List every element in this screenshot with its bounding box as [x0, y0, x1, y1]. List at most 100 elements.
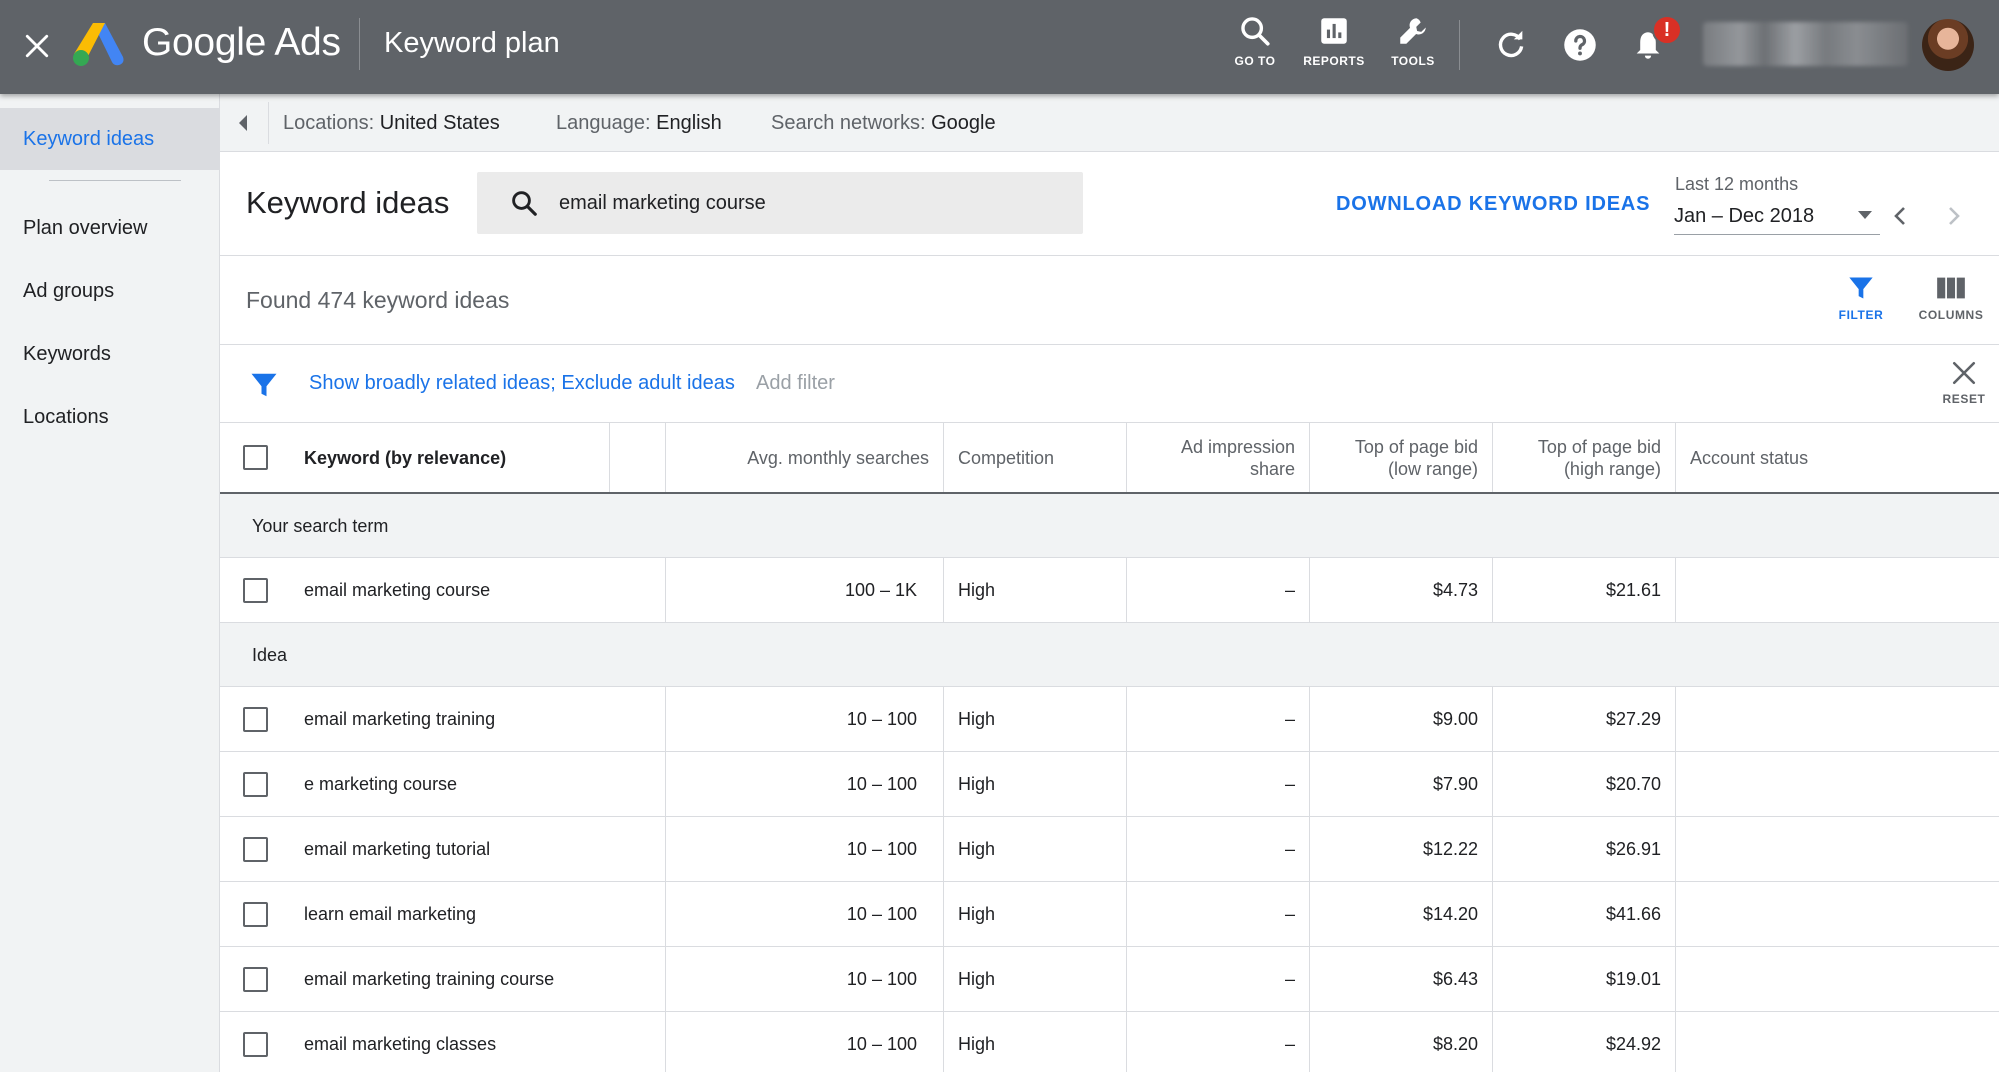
- bid-high-cell: $41.66: [1493, 882, 1676, 946]
- dropdown-arrow-icon: [1858, 211, 1872, 219]
- col-top-bid-low[interactable]: Top of page bid (low range): [1310, 423, 1493, 492]
- chevron-right-icon: [1949, 207, 1960, 225]
- avg-searches-cell: 100 – 1K: [666, 558, 944, 622]
- group-label: Your search term: [252, 516, 389, 536]
- col-top-bid-high-line1: Top of page bid: [1537, 436, 1661, 457]
- keyword-cell: email marketing training course: [290, 947, 666, 1011]
- bid-low-cell: $14.20: [1310, 882, 1493, 946]
- caret-left-icon: [239, 115, 247, 131]
- toolbar-divider: [1459, 20, 1460, 70]
- competition-cell: High: [944, 558, 1127, 622]
- row-checkbox-cell: [220, 558, 290, 622]
- locations-filter[interactable]: Locations: United States: [283, 111, 500, 135]
- bid-high-cell: $26.91: [1493, 817, 1676, 881]
- row-checkbox-cell: [220, 817, 290, 881]
- row-checkbox-cell: [220, 947, 290, 1011]
- close-button[interactable]: [14, 23, 60, 69]
- competition-cell: High: [944, 752, 1127, 816]
- language-label: Language:: [556, 112, 651, 134]
- search-value: email marketing course: [559, 192, 766, 214]
- bid-high-cell: $27.29: [1493, 687, 1676, 751]
- row-checkbox[interactable]: [242, 836, 268, 862]
- tools-button[interactable]: TOOLS: [1376, 14, 1450, 78]
- download-keyword-ideas-button[interactable]: DOWNLOAD KEYWORD IDEAS: [1336, 191, 1650, 217]
- col-ad-impression-share-line1: Ad impression: [1180, 436, 1295, 457]
- reports-label: REPORTS: [1303, 54, 1365, 68]
- account-status-cell: [1676, 817, 1999, 881]
- avg-searches-cell: 10 – 100: [666, 687, 944, 751]
- spacer-2: [595, 423, 610, 492]
- avatar[interactable]: [1922, 19, 1974, 71]
- keyword-cell: e marketing course: [290, 752, 666, 816]
- date-range-select[interactable]: Jan – Dec 2018: [1674, 199, 1880, 235]
- avg-searches-cell: 10 – 100: [666, 882, 944, 946]
- col-top-bid-high[interactable]: Top of page bid (high range): [1493, 423, 1676, 492]
- row-checkbox[interactable]: [242, 771, 268, 797]
- language-filter[interactable]: Language: English: [556, 111, 722, 135]
- keyword-cell: learn email marketing: [290, 882, 666, 946]
- row-checkbox[interactable]: [242, 706, 268, 732]
- impression-share-cell: –: [1127, 558, 1310, 622]
- row-checkbox[interactable]: [242, 1031, 268, 1057]
- active-filters-link[interactable]: Show broadly related ideas; Exclude adul…: [309, 370, 735, 396]
- sidebar-item-ad-groups[interactable]: Ad groups: [0, 260, 219, 322]
- table-header: Keyword (by relevance) Avg. monthly sear…: [220, 422, 1999, 494]
- results-count: Found 474 keyword ideas: [246, 287, 510, 313]
- account-status-cell: [1676, 752, 1999, 816]
- row-checkbox[interactable]: [242, 577, 268, 603]
- keyword-table: Keyword (by relevance) Avg. monthly sear…: [220, 422, 1999, 1072]
- language-value: English: [656, 112, 722, 134]
- add-filter-button[interactable]: Add filter: [756, 370, 835, 396]
- page-title: Keyword plan: [384, 27, 560, 59]
- row-checkbox-cell: [220, 752, 290, 816]
- chevron-left-icon: [1894, 207, 1905, 225]
- avg-searches-cell: 10 – 100: [666, 1012, 944, 1072]
- networks-label: Search networks:: [771, 112, 926, 134]
- reports-button[interactable]: REPORTS: [1297, 14, 1371, 78]
- col-account-status[interactable]: Account status: [1676, 423, 1999, 492]
- sidebar-item-keyword-ideas[interactable]: Keyword ideas: [0, 108, 219, 170]
- search-icon: [1241, 17, 1270, 46]
- avg-searches-cell: 10 – 100: [666, 947, 944, 1011]
- goto-button[interactable]: GO TO: [1218, 14, 1292, 78]
- table-row: email marketing tutorial 10 – 100 High –…: [220, 817, 1999, 882]
- row-checkbox[interactable]: [242, 901, 268, 927]
- col-avg-monthly-searches[interactable]: Avg. monthly searches: [666, 423, 944, 492]
- columns-button[interactable]: COLUMNS: [1906, 274, 1996, 322]
- sidebar-item-locations[interactable]: Locations: [0, 386, 219, 448]
- locations-label: Locations:: [283, 112, 375, 134]
- help-button[interactable]: [1557, 22, 1603, 68]
- select-all-checkbox[interactable]: [242, 445, 268, 470]
- search-networks-filter[interactable]: Search networks: Google: [771, 111, 996, 135]
- row-checkbox-cell: [220, 1012, 290, 1072]
- refresh-icon: [1498, 30, 1524, 58]
- account-status-cell: [1676, 687, 1999, 751]
- group-label: Idea: [252, 645, 288, 665]
- found-divider: [220, 344, 1999, 345]
- sidebar-item-keywords[interactable]: Keywords: [0, 323, 219, 385]
- bid-low-cell: $9.00: [1310, 687, 1493, 751]
- keyword-search-input[interactable]: email marketing course: [477, 172, 1083, 234]
- competition-cell: High: [944, 947, 1127, 1011]
- filter-button[interactable]: FILTER: [1816, 274, 1906, 322]
- reset-filters-button[interactable]: RESET: [1934, 360, 1994, 406]
- sidebar-item-plan-overview[interactable]: Plan overview: [0, 197, 219, 259]
- filter-label: FILTER: [1838, 308, 1884, 322]
- active-filter-icon[interactable]: [249, 370, 279, 400]
- table-row: email marketing classes 10 – 100 High – …: [220, 1012, 1999, 1072]
- impression-share-cell: –: [1127, 752, 1310, 816]
- account-name-redacted[interactable]: [1703, 22, 1908, 66]
- row-checkbox[interactable]: [242, 966, 268, 992]
- date-prev-button[interactable]: [1880, 196, 1920, 236]
- competition-cell: High: [944, 882, 1127, 946]
- bid-high-cell: $21.61: [1493, 558, 1676, 622]
- col-competition[interactable]: Competition: [944, 423, 1127, 492]
- targeting-bar: Locations: United States Language: Engli…: [220, 94, 1999, 152]
- col-ad-impression-share[interactable]: Ad impression share: [1127, 423, 1310, 492]
- date-next-button[interactable]: [1934, 196, 1974, 236]
- collapse-sidebar-button[interactable]: [220, 94, 266, 152]
- refresh-button[interactable]: [1488, 22, 1534, 68]
- keyword-cell: email marketing course: [290, 558, 666, 622]
- section-title: Keyword ideas: [246, 185, 450, 220]
- col-ad-impression-share-line2: share: [1249, 458, 1295, 479]
